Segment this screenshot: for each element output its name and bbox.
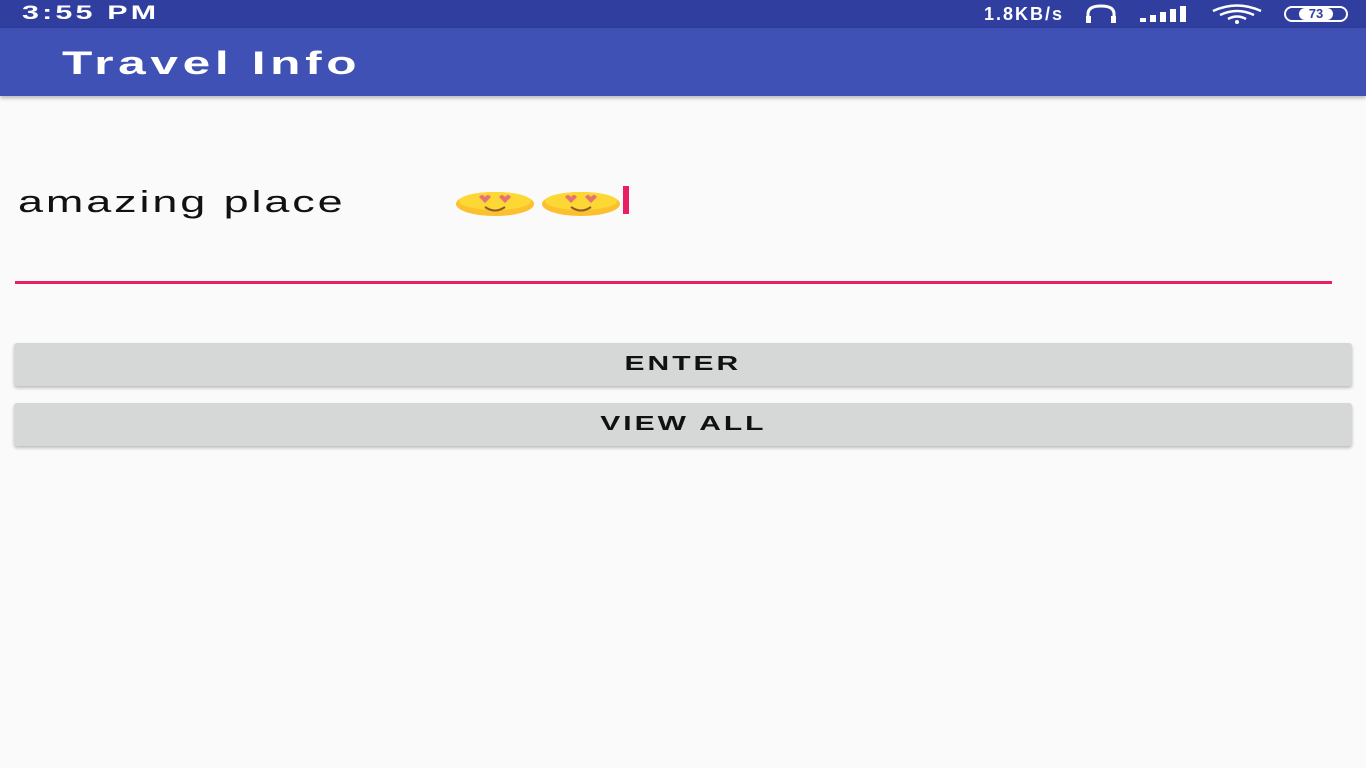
app-title: Travel Info <box>62 45 362 81</box>
input-underline <box>15 281 1332 284</box>
view-all-button-label: VIEW ALL <box>599 413 767 435</box>
text-cursor <box>623 186 629 214</box>
emoji-row <box>455 188 621 216</box>
smiling-face-with-heart-eyes-icon <box>456 192 534 216</box>
enter-button[interactable]: ENTER <box>14 343 1352 386</box>
smiling-face-with-heart-eyes-icon <box>542 192 620 216</box>
status-time: 3:55 PM <box>22 3 160 24</box>
battery-icon: 73 <box>1284 6 1348 22</box>
enter-button-label: ENTER <box>624 353 742 375</box>
status-bar: 3:55 PM 1.8KB/s 73 <box>0 0 1366 28</box>
headset-icon <box>1086 4 1116 23</box>
battery-level: 73 <box>1298 7 1334 20</box>
status-icons: 1.8KB/s 73 <box>984 0 1348 28</box>
view-all-button[interactable]: VIEW ALL <box>14 403 1352 446</box>
comment-input[interactable]: amazing place <box>15 170 1332 286</box>
wifi-icon <box>1212 4 1262 24</box>
signal-icon <box>1140 6 1186 22</box>
input-value: amazing place <box>18 184 346 219</box>
network-speed: 1.8KB/s <box>983 3 1064 24</box>
app-bar: Travel Info <box>0 28 1366 96</box>
